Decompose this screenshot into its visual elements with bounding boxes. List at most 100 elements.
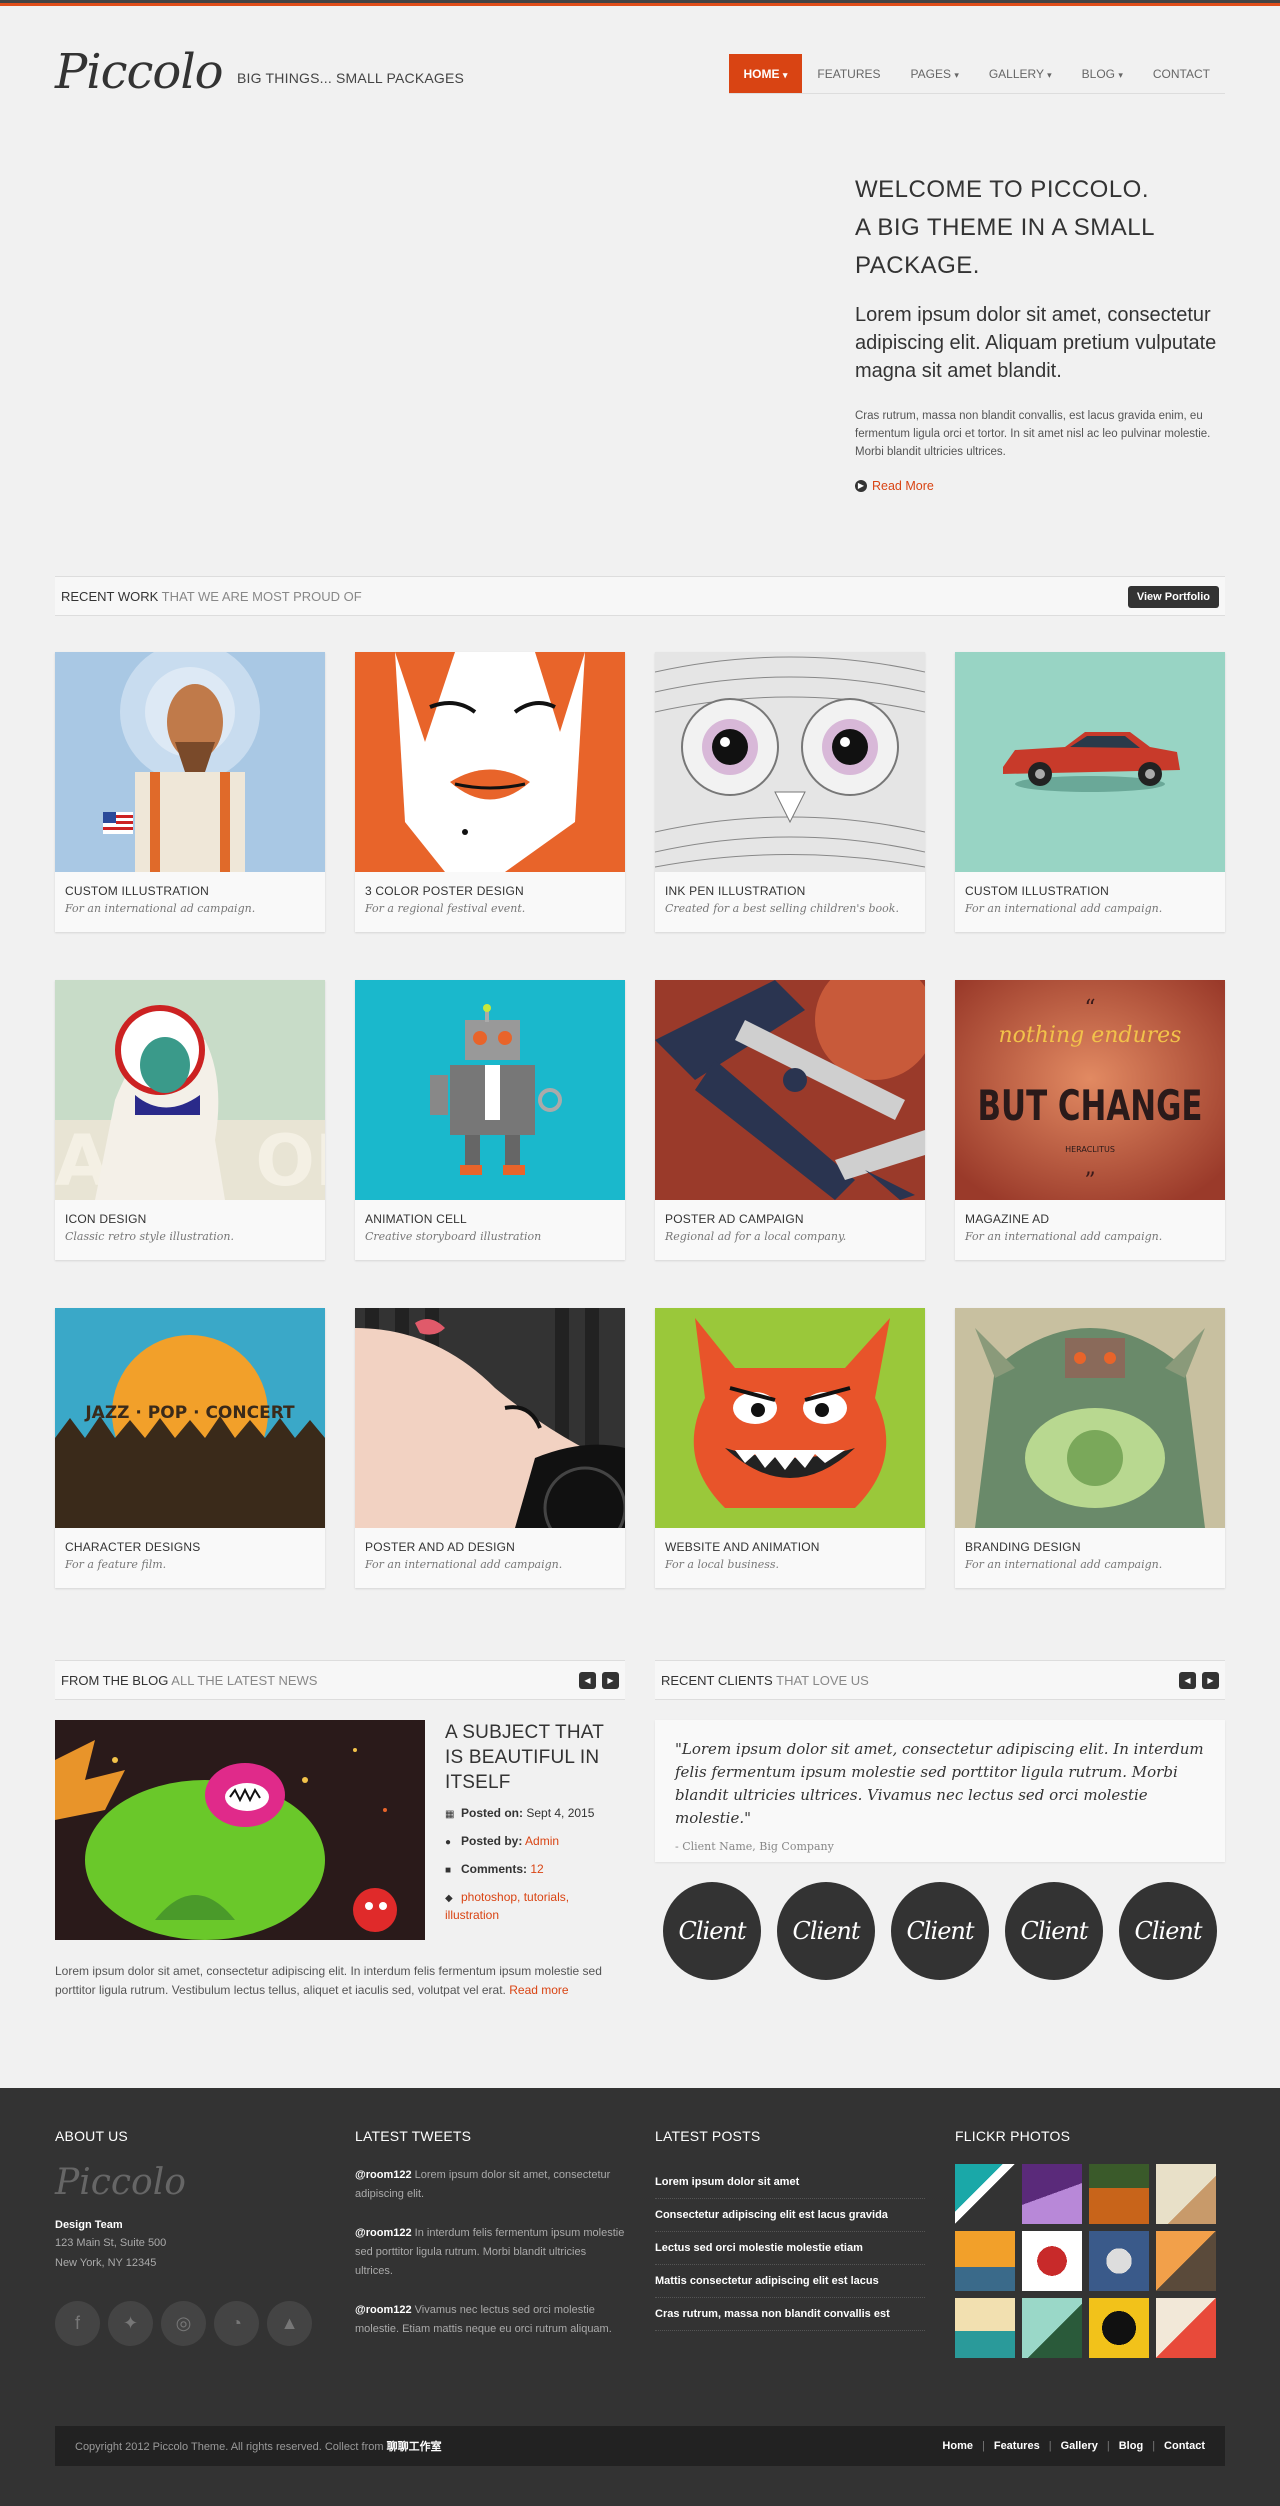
footer-heading: ABOUT US: [55, 2128, 128, 2144]
arrow-right-icon[interactable]: ▶: [602, 1672, 619, 1689]
tweet-user[interactable]: @room122: [355, 2227, 412, 2239]
portfolio-item[interactable]: JAZZ · POP · CONCERT CHARACTER DESIGNS Fo…: [55, 1308, 325, 1588]
copyright-link[interactable]: 聊聊工作室: [387, 2441, 442, 2453]
footer-post-link[interactable]: Mattis consectetur adipiscing elit est l…: [655, 2265, 925, 2298]
flickr-photo[interactable]: [1089, 2231, 1149, 2291]
flickr-photo[interactable]: [955, 2164, 1015, 2224]
portfolio-item[interactable]: INK PEN ILLUSTRATION Created for a best s…: [655, 652, 925, 932]
flickr-photo[interactable]: [1089, 2298, 1149, 2358]
portfolio-thumbnail[interactable]: [355, 1308, 625, 1528]
flickr-photo[interactable]: [955, 2298, 1015, 2358]
footer-heading: FLICKR PHOTOS: [955, 2128, 1071, 2144]
flickr-photo[interactable]: [1022, 2164, 1082, 2224]
footer-link-features[interactable]: Features: [994, 2440, 1040, 2452]
client-logo[interactable]: Client: [1119, 1882, 1217, 1980]
client-logo[interactable]: Client: [663, 1882, 761, 1980]
portfolio-thumbnail[interactable]: “nothing endures BUT CHANGE HERACLITUS ”: [955, 980, 1225, 1200]
footer-link-blog[interactable]: Blog: [1119, 2440, 1143, 2452]
arrow-right-icon[interactable]: ▶: [1202, 1672, 1219, 1689]
portfolio-thumbnail[interactable]: JAZZ · POP · CONCERT: [55, 1308, 325, 1528]
item-desc: Classic retro style illustration.: [65, 1230, 234, 1243]
tweet-user[interactable]: @room122: [355, 2169, 412, 2181]
facebook-icon[interactable]: f: [55, 2301, 100, 2346]
nav-contact[interactable]: CONTACT: [1138, 54, 1225, 93]
site-logo[interactable]: Piccolo: [55, 44, 224, 100]
item-title: CUSTOM ILLUSTRATION: [65, 884, 210, 898]
portfolio-thumbnail[interactable]: [955, 652, 1225, 872]
flickr-photo[interactable]: [955, 2231, 1015, 2291]
hero-read-more-link[interactable]: ▶ Read More: [855, 479, 1225, 493]
read-more-label: Read More: [872, 479, 934, 493]
portfolio-item[interactable]: CUSTOM ILLUSTRATION For an international …: [955, 652, 1225, 932]
client-logo[interactable]: Client: [1005, 1882, 1103, 1980]
clients-carousel-controls: ◀ ▶: [1179, 1672, 1219, 1689]
item-desc: For an international add campaign.: [365, 1558, 563, 1571]
view-portfolio-button[interactable]: View Portfolio: [1127, 586, 1219, 608]
section-title: FROM THE BLOG ALL THE LATEST NEWS: [61, 1672, 318, 1688]
flickr-photo[interactable]: [1156, 2298, 1216, 2358]
portfolio-item[interactable]: A OK ICON DESIGN Classic retro style illu…: [55, 980, 325, 1260]
blog-post-image[interactable]: [55, 1720, 425, 1940]
flickr-photo[interactable]: [1156, 2231, 1216, 2291]
footer-post-link[interactable]: Lectus sed orci molestie molestie etiam: [655, 2232, 925, 2265]
clients-section: RECENT CLIENTS THAT LOVE US ◀ ▶ "Lorem i…: [655, 1660, 1225, 2000]
tweet-user[interactable]: @room122: [355, 2304, 412, 2316]
flickr-photo[interactable]: [1156, 2164, 1216, 2224]
portfolio-item[interactable]: WEBSITE AND ANIMATION For a local busines…: [655, 1308, 925, 1588]
arrow-left-icon[interactable]: ◀: [1179, 1672, 1196, 1689]
portfolio-item[interactable]: POSTER AD CAMPAIGN Regional ad for a loca…: [655, 980, 925, 1260]
blog-post-title[interactable]: A SUBJECT THAT IS BEAUTIFUL IN ITSELF: [445, 1720, 625, 1795]
portfolio-item[interactable]: “nothing endures BUT CHANGE HERACLITUS ” MA…: [955, 980, 1225, 1260]
forrst-icon[interactable]: ▲: [267, 2301, 312, 2346]
client-logo[interactable]: Client: [777, 1882, 875, 1980]
portfolio-thumbnail[interactable]: [655, 1308, 925, 1528]
item-title: CUSTOM ILLUSTRATION: [965, 884, 1110, 898]
portfolio-thumbnail[interactable]: [655, 980, 925, 1200]
hero-title: WELCOME TO PICCOLO. A BIG THEME IN A SMA…: [855, 171, 1225, 285]
rss-icon[interactable]: ◔: [214, 2301, 259, 2346]
flickr-photo[interactable]: [1022, 2231, 1082, 2291]
portfolio-item[interactable]: POSTER AND AD DESIGN For an international…: [355, 1308, 625, 1588]
nav-home[interactable]: HOME ▾: [728, 54, 803, 93]
portfolio-thumbnail[interactable]: [955, 1308, 1225, 1528]
arrow-left-icon[interactable]: ◀: [579, 1672, 596, 1689]
tweet: @room122 Lorem ipsum dolor sit amet, con…: [355, 2169, 611, 2200]
comments-link[interactable]: 12: [530, 1862, 543, 1876]
dribbble-icon[interactable]: ◎: [161, 2301, 206, 2346]
portfolio-caption: CHARACTER DESIGNS For a feature film.: [55, 1528, 325, 1588]
portfolio-thumbnail[interactable]: [355, 980, 625, 1200]
nav-gallery[interactable]: GALLERY ▾: [974, 54, 1067, 93]
nav-blog[interactable]: BLOG ▾: [1067, 54, 1138, 93]
item-title: ANIMATION CELL: [365, 1212, 467, 1226]
nav-pages[interactable]: PAGES ▾: [896, 54, 974, 93]
footer-links: Home | Features | Gallery | Blog | Contact: [942, 2440, 1205, 2452]
nav-features[interactable]: FEATURES: [802, 54, 895, 93]
flickr-grid: [955, 2164, 1225, 2358]
portfolio-item[interactable]: 3 COLOR POSTER DESIGN For a regional fest…: [355, 652, 625, 932]
flickr-photo[interactable]: [1089, 2164, 1149, 2224]
flickr-photo[interactable]: [1022, 2298, 1082, 2358]
footer-link-contact[interactable]: Contact: [1164, 2440, 1205, 2452]
item-title: POSTER AD CAMPAIGN: [665, 1212, 804, 1226]
twitter-icon[interactable]: ✦: [108, 2301, 153, 2346]
portfolio-thumbnail[interactable]: [655, 652, 925, 872]
blog-read-more-link[interactable]: Read more: [509, 1983, 568, 1997]
author-link[interactable]: Admin: [525, 1834, 559, 1848]
portfolio-caption: CUSTOM ILLUSTRATION For an international …: [55, 872, 325, 932]
portfolio-thumbnail[interactable]: [355, 652, 625, 872]
footer-post-link[interactable]: Lorem ipsum dolor sit amet: [655, 2166, 925, 2199]
portfolio-thumbnail[interactable]: [55, 652, 325, 872]
portfolio-caption: POSTER AND AD DESIGN For an international…: [355, 1528, 625, 1588]
client-logo[interactable]: Client: [891, 1882, 989, 1980]
footer-link-home[interactable]: Home: [942, 2440, 973, 2452]
footer-post-link[interactable]: Consectetur adipiscing elit est lacus gr…: [655, 2199, 925, 2232]
tags-link[interactable]: photoshop, tutorials, illustration: [445, 1890, 569, 1922]
arrow-circle-icon: ▶: [855, 480, 867, 492]
item-desc: Creative storyboard illustration: [365, 1230, 542, 1243]
portfolio-item[interactable]: ANIMATION CELL Creative storyboard illust…: [355, 980, 625, 1260]
footer-post-link[interactable]: Cras rutrum, massa non blandit convallis…: [655, 2298, 925, 2331]
portfolio-item[interactable]: CUSTOM ILLUSTRATION For an international …: [55, 652, 325, 932]
portfolio-thumbnail[interactable]: A OK: [55, 980, 325, 1200]
portfolio-item[interactable]: BRANDING DESIGN For an international add …: [955, 1308, 1225, 1588]
footer-link-gallery[interactable]: Gallery: [1061, 2440, 1098, 2452]
